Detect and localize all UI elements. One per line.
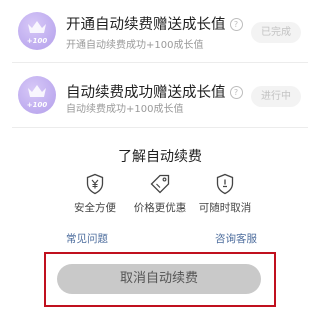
divider [12,62,308,63]
benefit-cancel-anytime: 可随时取消 [185,173,265,215]
faq-link[interactable]: 常见问题 [66,231,108,246]
task-description: 自动续费成功+100成长值 [66,104,184,115]
status-completed-badge: 已完成 [251,22,301,43]
help-icon[interactable]: ? [229,18,243,31]
crown-icon [28,85,46,97]
badge-points: +100 [26,101,48,109]
task-description: 开通自动续费成功+100成长值 [66,40,204,51]
cancel-anytime-icon [216,173,234,195]
price-tag-icon [150,174,170,194]
auto-renew-page: +100 开通自动续费赠送成长值? 开通自动续费成功+100成长值 已完成 +1… [0,0,320,326]
task-title-text: 自动续费成功赠送成长值 [66,85,226,101]
section-title: 了解自动续费 [118,149,202,165]
benefit-label: 可随时取消 [198,202,252,214]
crown-badge-icon: +100 [18,76,56,114]
divider [12,127,308,128]
help-icon[interactable]: ? [229,86,243,99]
task-title-text: 开通自动续费赠送成长值 [66,17,226,33]
shield-yen-icon [86,173,104,195]
cancel-auto-renew-button[interactable]: 取消自动续费 [57,264,261,294]
status-in-progress-badge: 进行中 [251,86,301,107]
task-title-open-auto-renew: 开通自动续费赠送成长值? [66,13,243,34]
customer-service-link[interactable]: 咨询客服 [215,231,257,246]
crown-badge-icon: +100 [18,12,56,50]
badge-points: +100 [26,37,48,45]
crown-icon [28,21,46,33]
task-title-renew-success: 自动续费成功赠送成长值? [66,81,243,102]
